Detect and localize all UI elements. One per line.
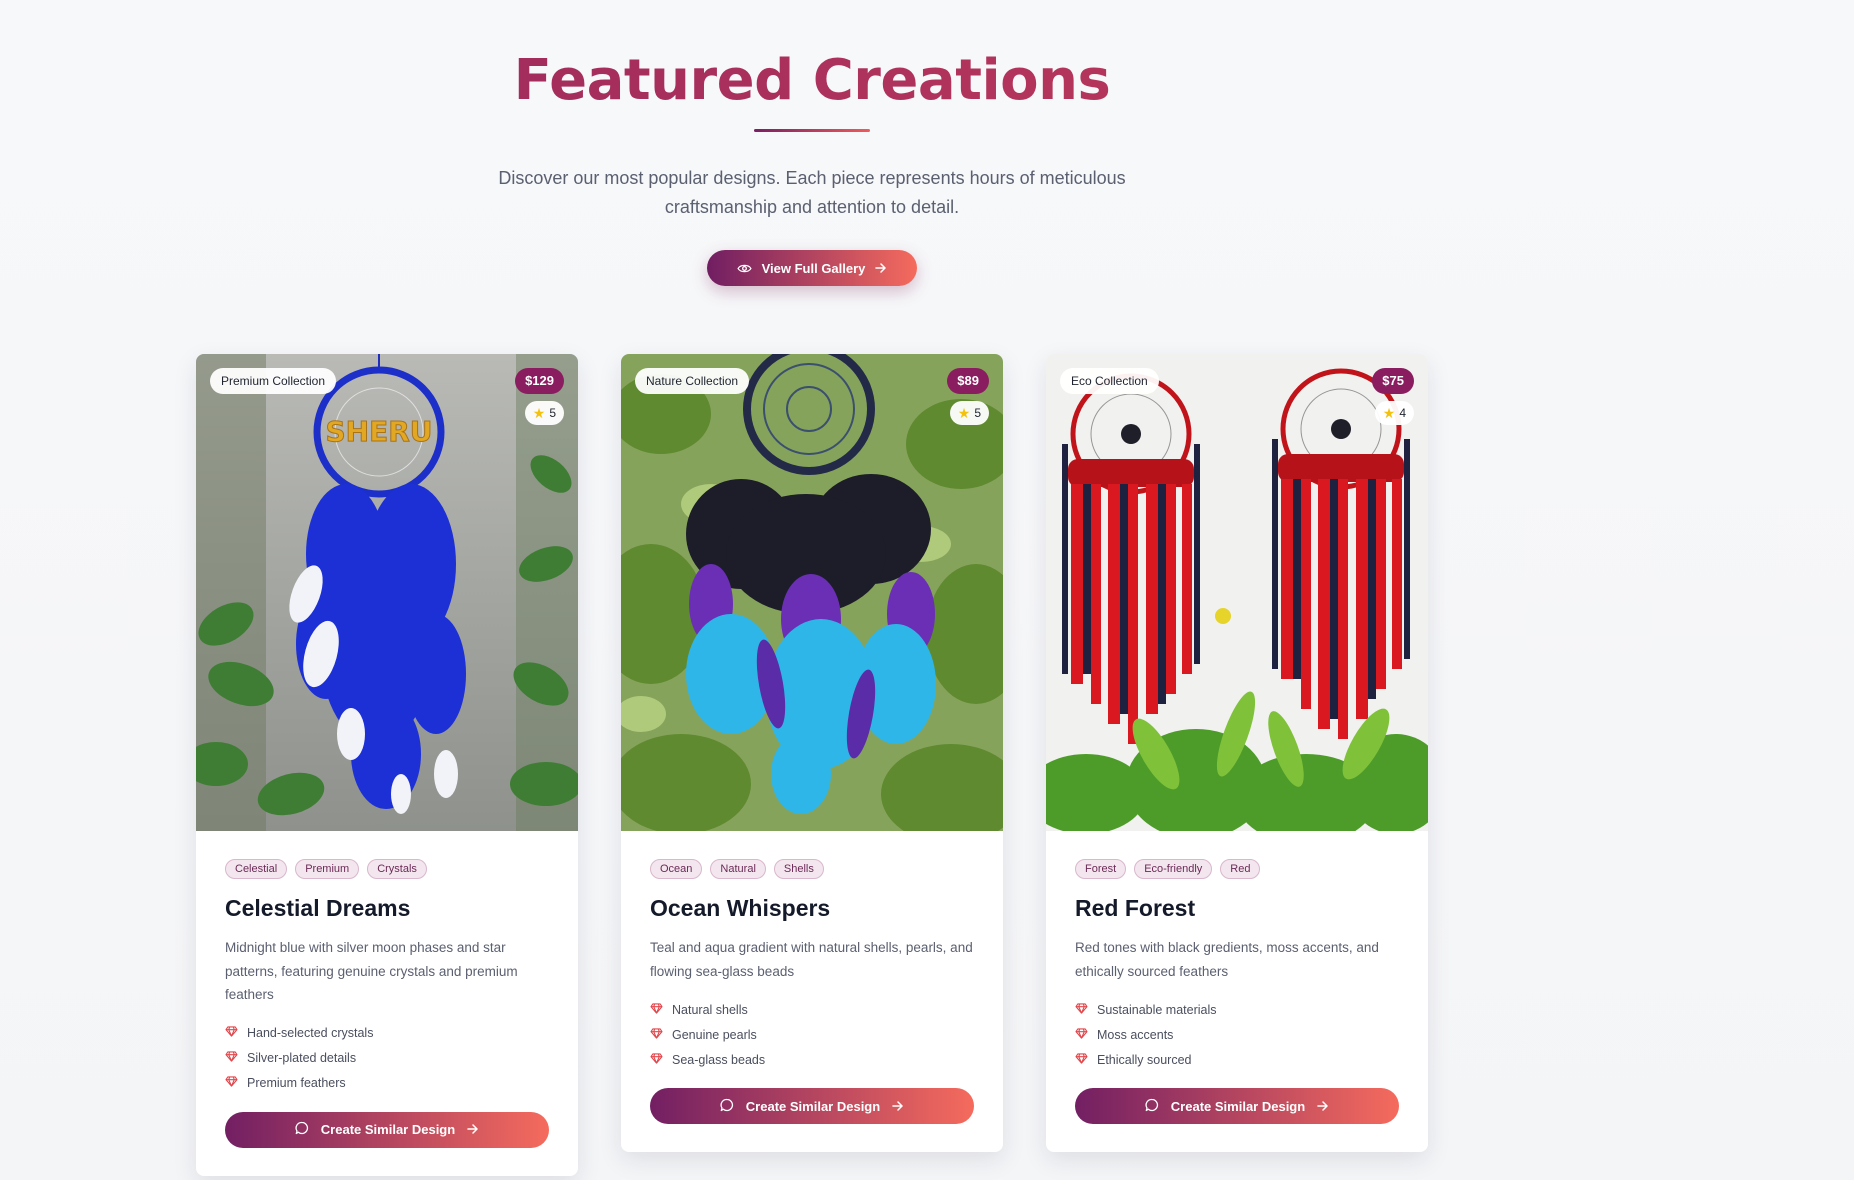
rating-badge: ★ 5 <box>949 401 989 425</box>
tag: Shells <box>773 859 824 879</box>
card-title: Red Forest <box>1075 895 1196 921</box>
feature-list: Sustainable materials Moss accents Ethic… <box>1075 997 1399 1072</box>
product-image[interactable]: SHERU Premium Collection $129 ★ 5 <box>196 354 578 831</box>
chat-bubble-icon <box>295 1121 309 1138</box>
product-card-ocean-whispers: Nature Collection $89 ★ 5 Ocean Natural … <box>621 354 1003 1152</box>
tag-list: Celestial Premium Crystals <box>225 859 549 879</box>
feature-item: Sustainable materials <box>1075 997 1399 1022</box>
rating-value: 4 <box>1399 406 1406 420</box>
card-description: Red tones with black gredients, moss acc… <box>1075 940 1379 979</box>
star-icon: ★ <box>1382 405 1396 421</box>
rating-value: 5 <box>549 406 556 420</box>
collection-badge: Premium Collection <box>210 368 337 394</box>
feature-list: Natural shells Genuine pearls Sea-glass … <box>650 997 974 1072</box>
arrow-right-icon <box>467 1122 479 1137</box>
feature-list: Hand-selected crystals Silver-plated det… <box>225 1021 549 1096</box>
card-body: Ocean Natural Shells Ocean Whispers Teal… <box>621 831 1003 1152</box>
create-similar-button[interactable]: Create Similar Design <box>1075 1088 1399 1124</box>
rating-badge: ★ 4 <box>1374 401 1414 425</box>
create-similar-label: Create Similar Design <box>1170 1098 1306 1114</box>
feature-label: Genuine pearls <box>672 1027 757 1042</box>
card-body: Forest Eco-friendly Red Red Forest Red t… <box>1046 831 1428 1152</box>
feature-item: Genuine pearls <box>650 1022 974 1047</box>
feature-label: Silver-plated details <box>247 1051 357 1065</box>
title-underline <box>754 129 870 132</box>
feature-item: Sea-glass beads <box>650 1047 974 1072</box>
feature-item: Premium feathers <box>225 1071 549 1096</box>
collection-badge: Nature Collection <box>635 368 750 394</box>
card-title: Celestial Dreams <box>225 895 411 921</box>
tag-list: Ocean Natural Shells <box>650 859 974 879</box>
arrow-right-icon <box>875 263 887 273</box>
tag: Ocean <box>650 859 703 879</box>
view-gallery-button[interactable]: View Full Gallery <box>706 250 918 286</box>
feature-label: Sustainable materials <box>1097 1002 1217 1017</box>
gem-icon <box>650 1027 663 1042</box>
feature-label: Premium feathers <box>247 1076 346 1090</box>
feature-item: Moss accents <box>1075 1022 1399 1047</box>
gem-icon <box>1075 1027 1088 1042</box>
rating-value: 5 <box>974 406 981 420</box>
section-subtitle: Discover our most popular designs. Each … <box>498 168 1126 217</box>
product-image[interactable]: Nature Collection $89 ★ 5 <box>621 354 1003 831</box>
featured-header: Featured Creations Discover our most pop… <box>0 0 1624 286</box>
feature-label: Ethically sourced <box>1097 1052 1192 1067</box>
feature-label: Natural shells <box>672 1002 748 1017</box>
gem-icon <box>225 1076 238 1090</box>
tag: Eco-friendly <box>1134 859 1213 879</box>
arrow-right-icon <box>1317 1099 1329 1114</box>
tag: Forest <box>1075 859 1127 879</box>
price-badge: $75 <box>1372 368 1414 394</box>
create-similar-label: Create Similar Design <box>745 1098 881 1114</box>
star-icon: ★ <box>957 405 971 421</box>
collection-badge: Eco Collection <box>1060 368 1159 394</box>
card-description: Teal and aqua gradient with natural shel… <box>650 940 973 979</box>
feature-label: Sea-glass beads <box>672 1052 766 1067</box>
gem-icon <box>650 1002 663 1017</box>
chat-bubble-icon <box>1145 1098 1159 1115</box>
feature-item: Natural shells <box>650 997 974 1022</box>
rating-badge: ★ 5 <box>524 401 564 425</box>
arrow-right-icon <box>892 1099 904 1114</box>
view-gallery-label: View Full Gallery <box>761 260 866 276</box>
image-label: SHERU <box>325 415 432 448</box>
product-image[interactable]: Eco Collection $75 ★ 4 <box>1046 354 1428 831</box>
tag: Premium <box>295 859 360 879</box>
eye-icon <box>736 263 752 274</box>
price-badge: $129 <box>515 368 564 394</box>
product-card-celestial-dreams: SHERU Premium Collection $129 ★ 5 Celest… <box>196 354 578 1176</box>
chat-bubble-icon <box>720 1098 734 1115</box>
tag: Red <box>1220 859 1261 879</box>
product-card-red-forest: Eco Collection $75 ★ 4 Forest Eco-friend… <box>1046 354 1428 1152</box>
gem-icon <box>225 1026 238 1040</box>
feature-item: Silver-plated details <box>225 1046 549 1071</box>
card-description: Midnight blue with silver moon phases an… <box>225 940 518 1002</box>
tag: Celestial <box>225 859 288 879</box>
tag-list: Forest Eco-friendly Red <box>1075 859 1399 879</box>
feature-label: Hand-selected crystals <box>247 1026 374 1040</box>
create-similar-button[interactable]: Create Similar Design <box>650 1088 974 1124</box>
card-body: Celestial Premium Crystals Celestial Dre… <box>196 831 578 1176</box>
tag: Natural <box>710 859 766 879</box>
create-similar-button[interactable]: Create Similar Design <box>225 1111 549 1148</box>
tag: Crystals <box>367 859 427 879</box>
star-icon: ★ <box>532 405 546 421</box>
gem-icon <box>1075 1002 1088 1017</box>
feature-label: Moss accents <box>1097 1027 1174 1042</box>
price-badge: $89 <box>947 368 989 394</box>
create-similar-label: Create Similar Design <box>320 1122 456 1137</box>
gem-icon <box>650 1052 663 1067</box>
gem-icon <box>1075 1052 1088 1067</box>
feature-item: Ethically sourced <box>1075 1047 1399 1072</box>
card-title: Ocean Whispers <box>650 895 831 921</box>
gem-icon <box>225 1051 238 1065</box>
section-title: Featured Creations <box>0 48 1624 113</box>
feature-item: Hand-selected crystals <box>225 1021 549 1046</box>
